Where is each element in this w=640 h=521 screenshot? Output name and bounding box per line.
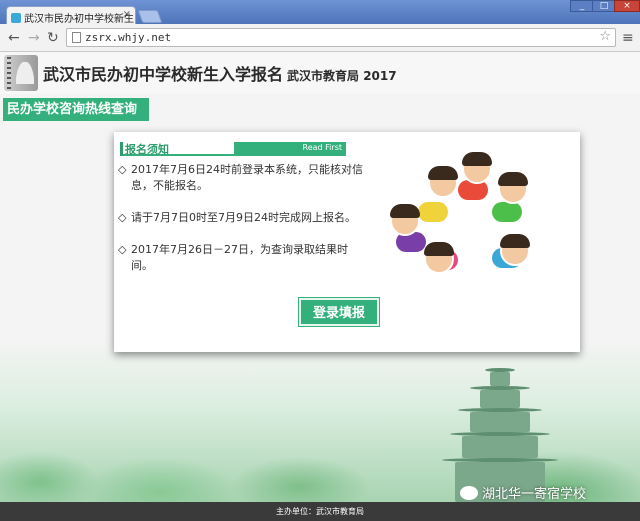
address-bar[interactable]: zsrx.whjy.net ☆ bbox=[66, 28, 616, 47]
tab-title: 武汉市民办初中学校新生 bbox=[24, 14, 134, 24]
back-icon[interactable]: ← bbox=[8, 30, 20, 46]
bookmark-star-icon[interactable]: ☆ bbox=[599, 29, 611, 44]
notice-header: 报名须知 Read First bbox=[120, 142, 346, 156]
pagoda-decoration bbox=[440, 360, 560, 502]
kid-face bbox=[498, 172, 528, 204]
kid-shirt bbox=[492, 202, 522, 222]
pagoda-tier bbox=[480, 390, 520, 408]
browser-toolbar: ← → ↻ zsrx.whjy.net ☆ ≡ bbox=[0, 24, 640, 52]
footer-bar: 主办单位：武汉市教育局 bbox=[0, 502, 640, 521]
wechat-icon bbox=[460, 486, 478, 500]
page-icon bbox=[72, 32, 81, 43]
browser-titlebar: 武汉市民办初中学校新生 × _ □ × bbox=[0, 0, 640, 24]
kid-shirt bbox=[418, 202, 448, 222]
notice-item: ◇ 2017年7月26日－27日，为查询录取结果时间。 bbox=[118, 242, 368, 274]
favicon-icon bbox=[11, 13, 21, 23]
notice-title: 报名须知 bbox=[125, 143, 169, 156]
browser-menu-icon[interactable]: ≡ bbox=[622, 30, 634, 46]
logo-icon bbox=[4, 55, 38, 91]
notice-header-bar bbox=[120, 142, 123, 156]
window-minimize-button[interactable]: _ bbox=[570, 0, 594, 12]
kid-face bbox=[390, 204, 420, 236]
diamond-bullet-icon: ◇ bbox=[118, 163, 127, 176]
logo-spine bbox=[7, 57, 11, 89]
notice-item: ◇ 请于7月7日0时至7月9日24时完成网上报名。 bbox=[118, 210, 368, 226]
children-illustration bbox=[388, 150, 556, 280]
window-close-button[interactable]: × bbox=[614, 0, 640, 12]
read-first-label: Read First bbox=[234, 142, 346, 154]
diamond-bullet-icon: ◇ bbox=[118, 243, 127, 256]
kid-face bbox=[424, 242, 454, 274]
pagoda-tier bbox=[490, 372, 510, 386]
login-button[interactable]: 登录填报 bbox=[299, 298, 379, 326]
notice-item-text: 请于7月7日0时至7月9日24时完成网上报名。 bbox=[131, 211, 356, 224]
diamond-bullet-icon: ◇ bbox=[118, 211, 127, 224]
page-title: 武汉市民办初中学校新生入学报名 武汉市教育局 2017 bbox=[43, 61, 397, 85]
notice-list: ◇ 2017年7月6日24时前登录本系统，只能核对信息，不能报名。 ◇ 请于7月… bbox=[118, 162, 368, 290]
new-tab-button[interactable] bbox=[137, 10, 163, 23]
kid-face bbox=[462, 152, 492, 184]
window-maximize-button[interactable]: □ bbox=[592, 0, 616, 12]
forward-icon[interactable]: → bbox=[28, 30, 40, 46]
notice-item: ◇ 2017年7月6日24时前登录本系统，只能核对信息，不能报名。 bbox=[118, 162, 368, 194]
pagoda-tier bbox=[470, 412, 530, 432]
notice-item-text: 2017年7月6日24时前登录本系统，只能核对信息，不能报名。 bbox=[131, 163, 363, 192]
kid-face bbox=[428, 166, 458, 198]
kid-face bbox=[500, 234, 530, 266]
logo-person-icon bbox=[16, 62, 34, 84]
url-text[interactable]: zsrx.whjy.net bbox=[85, 31, 171, 44]
browser-tab[interactable]: 武汉市民办初中学校新生 × bbox=[6, 6, 136, 24]
footer-sponsor: 主办单位：武汉市教育局 bbox=[276, 507, 364, 516]
page-title-text: 武汉市民办初中学校新生入学报名 bbox=[43, 65, 284, 84]
pagoda-tier bbox=[462, 436, 538, 458]
watermark: 湖北华一寄宿学校 bbox=[460, 483, 586, 502]
org-year: 武汉市教育局 2017 bbox=[287, 69, 397, 83]
watermark-text: 湖北华一寄宿学校 bbox=[482, 487, 587, 502]
tab-close-icon[interactable]: × bbox=[123, 9, 131, 20]
notice-card: 报名须知 Read First ◇ 2017年7月6日24时前登录本系统，只能核… bbox=[114, 132, 580, 352]
reload-icon[interactable]: ↻ bbox=[47, 30, 59, 46]
notice-item-text: 2017年7月26日－27日，为查询录取结果时间。 bbox=[131, 243, 348, 272]
hotline-query-link[interactable]: 民办学校咨询热线查询 bbox=[3, 98, 149, 121]
